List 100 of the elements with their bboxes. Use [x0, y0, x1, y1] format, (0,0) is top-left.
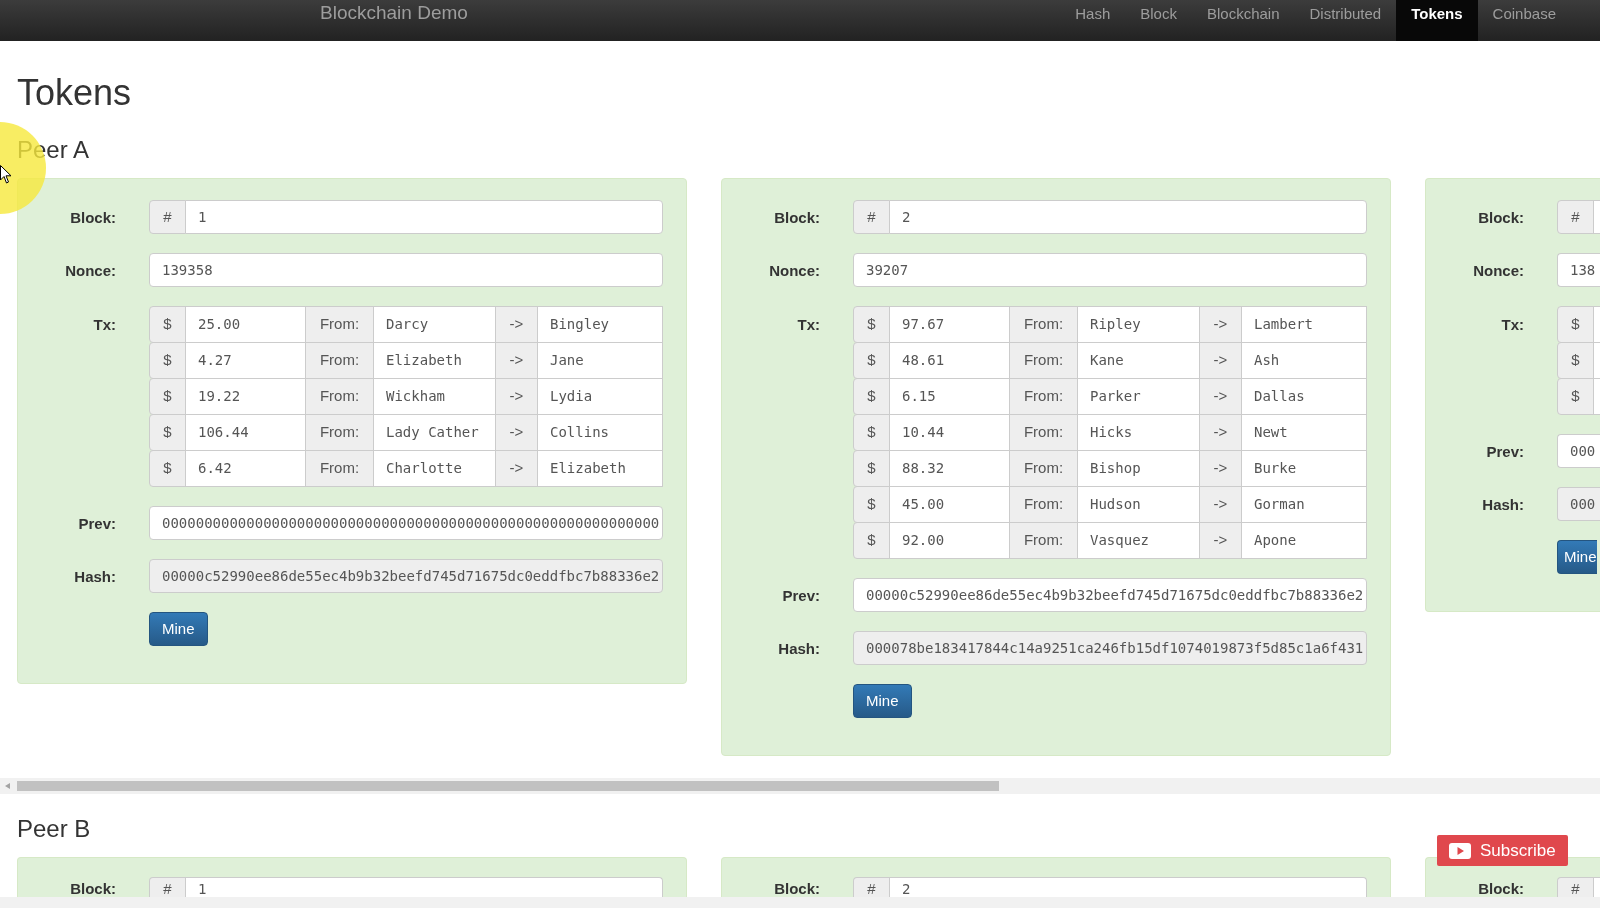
hash-field[interactable]: 000078be183417844c14a9251ca246fb15df1074019873f5d85c1a6f431 [853, 631, 1367, 665]
recipient-field[interactable]: Lambert [1241, 306, 1367, 343]
recipient-field[interactable]: Elizabeth [537, 450, 663, 487]
mine-button[interactable]: Mine [149, 612, 208, 646]
recipient-field[interactable]: Burke [1241, 450, 1367, 487]
amount-field[interactable]: 48.61 [889, 342, 1010, 379]
hash-field[interactable]: 000 [1557, 487, 1600, 521]
recipient-field[interactable]: Lydia [537, 378, 663, 415]
input-addon: -> [495, 342, 538, 379]
scroll-left-arrow-icon[interactable] [5, 783, 10, 790]
sender-field[interactable]: Charlotte [373, 450, 496, 487]
block-number-field[interactable]: 2 [889, 200, 1367, 234]
previous-hash-field[interactable]: 00000000000000000000000000000000000000000000000000000000000 [149, 506, 663, 540]
subscribe-button[interactable]: Subscribe [1437, 835, 1568, 866]
sender-field[interactable]: Darcy [373, 306, 496, 343]
recipient-field[interactable]: Bingley [537, 306, 663, 343]
input-addon: $ [853, 486, 890, 523]
amount-field[interactable]: 6.15 [889, 378, 1010, 415]
nav-link[interactable]: Coinbase [1477, 0, 1571, 41]
field-label: Block: [1478, 880, 1524, 897]
input-addon: $ [1557, 306, 1594, 343]
mouse-pointer-icon [0, 165, 12, 184]
input-addon: From: [305, 450, 374, 487]
block-number-field[interactable]: 1 [185, 200, 663, 234]
sender-field[interactable]: Hudson [1077, 486, 1200, 523]
input-addon: $ [853, 450, 890, 487]
input-addon: -> [1199, 486, 1242, 523]
field-label: Hash: [1482, 495, 1524, 513]
field-label: Tx: [93, 316, 116, 333]
brand-title[interactable]: Blockchain Demo [320, 2, 468, 24]
mine-button[interactable]: Mine [1557, 540, 1597, 574]
nav-link[interactable]: Hash [1060, 0, 1126, 41]
sender-field[interactable]: Hicks [1077, 414, 1200, 451]
peer-heading: Peer B [17, 815, 91, 844]
input-addon: From: [1009, 522, 1078, 559]
amount-field[interactable]: 106.44 [185, 414, 306, 451]
sender-field[interactable]: Kane [1077, 342, 1200, 379]
mine-button[interactable]: Mine [853, 684, 912, 718]
nonce-field[interactable]: 138 [1557, 253, 1600, 287]
input-addon: -> [495, 306, 538, 343]
nav-link[interactable]: Block [1125, 0, 1192, 41]
input-addon: -> [1199, 378, 1242, 415]
field-label: Prev: [782, 586, 820, 604]
sender-field[interactable]: Lady Cather [373, 414, 496, 451]
scrollbar-track[interactable] [0, 778, 1600, 795]
input-addon: $ [853, 414, 890, 451]
input-addon: $ [853, 342, 890, 379]
sender-field[interactable]: Elizabeth [373, 342, 496, 379]
nav-link[interactable]: Tokens [1396, 0, 1478, 41]
input-addon: -> [1199, 450, 1242, 487]
page-title: Tokens [17, 73, 132, 113]
sender-field[interactable]: Parker [1077, 378, 1200, 415]
block-number-field[interactable]: 1 [185, 877, 663, 897]
input-addon: $ [149, 378, 186, 415]
field-label: Hash: [74, 567, 116, 585]
sender-field[interactable]: Wickham [373, 378, 496, 415]
play-icon [1449, 842, 1471, 859]
sender-field[interactable]: Ripley [1077, 306, 1200, 343]
hash-field[interactable]: 00000c52990ee86de55ec4b9b32beefd745d71675dc0eddfbc7b88336e2 [149, 559, 663, 593]
scrollbar-thumb[interactable] [17, 781, 999, 792]
amount-field[interactable]: 10.44 [889, 414, 1010, 451]
input-addon: -> [495, 378, 538, 415]
input-addon: $ [853, 306, 890, 343]
recipient-field[interactable]: Newt [1241, 414, 1367, 451]
field-label: Tx: [797, 316, 820, 333]
amount-field[interactable]: 92.00 [889, 522, 1010, 559]
block-number-field[interactable]: 2 [889, 877, 1367, 897]
field-label: Nonce: [769, 261, 820, 279]
amount-field[interactable]: 88.32 [889, 450, 1010, 487]
input-addon: From: [1009, 486, 1078, 523]
amount-field[interactable]: 45.00 [889, 486, 1010, 523]
nonce-field[interactable]: 39207 [853, 253, 1367, 287]
recipient-field[interactable]: Apone [1241, 522, 1367, 559]
amount-field[interactable]: 97.67 [889, 306, 1010, 343]
amount-field[interactable]: 6.42 [185, 450, 306, 487]
nav-link[interactable]: Blockchain [1191, 0, 1295, 41]
sender-field[interactable]: Bishop [1077, 450, 1200, 487]
field-label: Nonce: [1473, 261, 1524, 279]
nav-link[interactable]: Distributed [1294, 0, 1397, 41]
recipient-field[interactable]: Jane [537, 342, 663, 379]
input-addon: $ [149, 306, 186, 343]
amount-field[interactable]: 25.00 [185, 306, 306, 343]
previous-hash-field[interactable]: 000 [1557, 434, 1600, 468]
recipient-field[interactable]: Gorman [1241, 486, 1367, 523]
input-addon: -> [1199, 522, 1242, 559]
input-addon: $ [853, 378, 890, 415]
sender-field[interactable]: Vasquez [1077, 522, 1200, 559]
recipient-field[interactable]: Dallas [1241, 378, 1367, 415]
amount-field[interactable]: 4.27 [185, 342, 306, 379]
field-label: Block: [774, 880, 820, 897]
input-addon: # [149, 200, 186, 234]
nonce-field[interactable]: 139358 [149, 253, 663, 287]
field-label: Prev: [1486, 442, 1524, 460]
input-addon: # [149, 877, 186, 897]
previous-hash-field[interactable]: 00000c52990ee86de55ec4b9b32beefd745d71675dc0eddfbc7b88336e2 [853, 578, 1367, 612]
field-label: Hash: [778, 639, 820, 657]
recipient-field[interactable]: Collins [537, 414, 663, 451]
amount-field[interactable]: 19.22 [185, 378, 306, 415]
recipient-field[interactable]: Ash [1241, 342, 1367, 379]
field-label: Block: [70, 208, 116, 226]
